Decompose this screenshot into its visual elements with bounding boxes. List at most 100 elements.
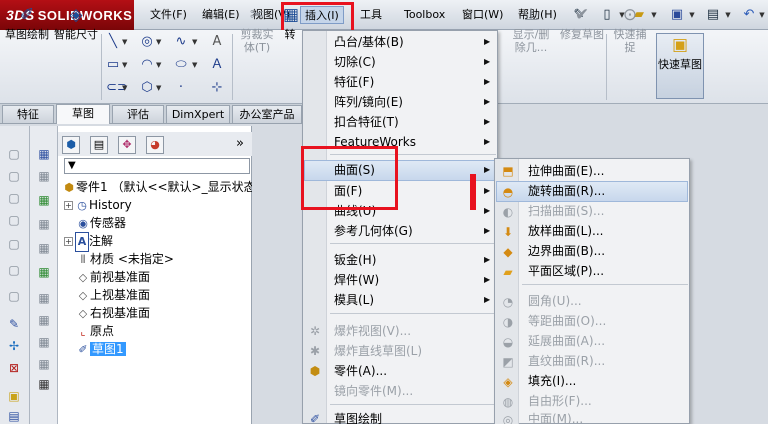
smart-dim-icon[interactable]: ✢ — [6, 338, 22, 354]
menu-file[interactable]: 文件(F) — [146, 6, 191, 24]
undo-icon[interactable]: ↶ — [740, 6, 758, 24]
menu-item-reference-geometry[interactable]: 参考几何体(G) ▶ — [334, 221, 494, 241]
cube-icon[interactable]: ▢ — [6, 190, 22, 206]
feature-tool-icon[interactable]: ▣ — [6, 388, 22, 404]
more-tool-icon[interactable]: ▤ — [6, 408, 22, 424]
menu-item-exploded-view[interactable]: 爆炸视图(V)... — [334, 321, 494, 341]
menu-item-sketch[interactable]: 草图绘制 — [334, 409, 494, 424]
menu-toolbox[interactable]: Toolbox — [400, 6, 449, 24]
cube-icon[interactable]: ▢ — [6, 168, 22, 184]
menu-item-weldments[interactable]: 焊件(W) ▶ — [334, 270, 494, 290]
tree-material-node[interactable]: ⫴ 材质 <未指定> — [76, 250, 174, 268]
table-icon[interactable]: ▦ — [36, 168, 52, 184]
menu-item-mirror-part[interactable]: 镜向零件(M)... — [334, 381, 494, 401]
tree-front-plane-node[interactable]: ◇ 前视基准面 — [76, 268, 150, 286]
menu-item-ruled-surface[interactable]: 直纹曲面(R)... — [528, 351, 686, 371]
menu-item-cut[interactable]: 切除(C) ▶ — [334, 52, 494, 72]
circle-dropdown-icon[interactable]: ▼ — [156, 35, 164, 49]
table-icon[interactable]: ▦ — [36, 312, 52, 328]
tab-evaluate[interactable]: 评估 — [112, 105, 164, 123]
configuration-tab-icon[interactable]: ✥ — [118, 136, 136, 154]
tree-sketch1-node[interactable]: ✐ 草图1 — [76, 340, 126, 358]
table-icon[interactable]: ▦ — [36, 264, 52, 280]
table-icon[interactable]: ▦ — [36, 146, 52, 162]
relations-tool-icon[interactable]: ⊠ — [6, 360, 22, 376]
slot-dropdown-icon[interactable]: ▼ — [122, 81, 130, 95]
convert-entities-button[interactable]: ▦ 转 — [280, 4, 300, 70]
save-dropdown-icon[interactable]: ▼ — [688, 10, 696, 20]
menu-item-part[interactable]: 零件(A)... — [334, 361, 494, 381]
table-icon[interactable]: ▦ — [36, 290, 52, 306]
menu-item-fastening-feature[interactable]: 扣合特征(T) ▶ — [334, 112, 494, 132]
tree-history-node[interactable]: + ◷ History — [64, 196, 132, 214]
rapid-sketch-button[interactable]: ▣ 快速草图 — [656, 33, 704, 99]
cube-icon[interactable]: ▢ — [6, 288, 22, 304]
sketch-tool-icon[interactable]: ✎ — [6, 316, 22, 332]
cube-icon[interactable]: ▢ — [6, 212, 22, 228]
expand-icon[interactable]: + — [64, 237, 73, 246]
table-icon[interactable]: ▦ — [36, 240, 52, 256]
slot-icon[interactable]: ⊂⊃ — [106, 80, 128, 96]
save-icon[interactable]: ▣ — [668, 6, 686, 24]
spline-icon[interactable]: ∿ — [174, 34, 188, 50]
tree-sensors-node[interactable]: ◉ 传感器 — [76, 214, 126, 232]
arc-dropdown-icon[interactable]: ▼ — [156, 58, 164, 72]
tree-filter-input[interactable]: ▼ — [64, 158, 250, 174]
table-icon[interactable]: ▦ — [36, 376, 52, 392]
menu-item-pattern-mirror[interactable]: 阵列/镜向(E) ▶ — [334, 92, 494, 112]
text-tool-icon[interactable]: Ａ — [210, 57, 224, 73]
menu-item-mid-surface[interactable]: 中面(M)... — [528, 409, 686, 424]
menu-item-revolved-surface[interactable]: 旋转曲面(R)... — [528, 181, 686, 201]
table-icon[interactable]: ▦ — [36, 356, 52, 372]
line-icon[interactable]: ╲ — [106, 34, 120, 50]
open-dropdown-icon[interactable]: ▼ — [650, 10, 658, 20]
print-dropdown-icon[interactable]: ▼ — [724, 10, 732, 20]
quick-snaps-button[interactable]: ⊙ 快速捕捉 — [610, 4, 650, 70]
menu-tools[interactable]: 工具 — [356, 6, 386, 24]
feature-tree-tab-icon[interactable]: ⬢ — [62, 136, 80, 154]
tree-top-plane-node[interactable]: ◇ 上视基准面 — [76, 286, 150, 304]
table-icon[interactable]: ▦ — [36, 334, 52, 350]
polygon-dropdown-icon[interactable]: ▼ — [156, 81, 164, 95]
centerline-icon[interactable]: ⊹ — [210, 80, 224, 96]
cube-icon[interactable]: ▢ — [6, 236, 22, 252]
appearance-tab-icon[interactable]: ◕ — [146, 136, 164, 154]
menu-item-extruded-surface[interactable]: 拉伸曲面(E)... — [528, 161, 686, 181]
menu-item-sheet-metal[interactable]: 钣金(H) ▶ — [334, 250, 494, 270]
line-dropdown-icon[interactable]: ▼ — [122, 35, 130, 49]
tree-origin-node[interactable]: ⌞ 原点 — [76, 322, 114, 340]
menu-window[interactable]: 窗口(W) — [458, 6, 507, 24]
sketch-button[interactable]: ✐ 草图绘制 — [4, 4, 50, 70]
tab-office-products[interactable]: 办公室产品 — [232, 105, 302, 123]
menu-item-lofted-surface[interactable]: 放样曲面(L)... — [528, 221, 686, 241]
cube-icon[interactable]: ▢ — [6, 262, 22, 278]
menu-item-planar-surface[interactable]: 平面区域(P)... — [528, 261, 686, 281]
menu-item-molds[interactable]: 模具(L) ▶ — [334, 290, 494, 310]
tree-annotations-node[interactable]: + A 注解 — [64, 232, 113, 252]
dimension-a-icon[interactable]: A — [210, 34, 224, 50]
table-icon[interactable]: ▦ — [36, 192, 52, 208]
rectangle-dropdown-icon[interactable]: ▼ — [122, 58, 130, 72]
menu-item-explode-line-sketch[interactable]: 爆炸直线草图(L) — [334, 341, 494, 361]
rectangle-icon[interactable]: ▭ — [106, 57, 120, 73]
tab-sketch[interactable]: 草图 — [56, 104, 110, 124]
tree-right-plane-node[interactable]: ◇ 右视基准面 — [76, 304, 150, 322]
menu-item-filled-surface[interactable]: 填充(I)... — [528, 371, 686, 391]
expand-panel-icon[interactable]: » — [236, 136, 244, 151]
menu-item-boundary-surface[interactable]: 边界曲面(B)... — [528, 241, 686, 261]
table-icon[interactable]: ▦ — [36, 216, 52, 232]
menu-item-freeform[interactable]: 自由形(F)... — [528, 391, 686, 411]
menu-item-offset-surface[interactable]: 等距曲面(O)... — [528, 311, 686, 331]
point-icon[interactable]: · — [174, 80, 188, 96]
polygon-icon[interactable]: ⬡ — [140, 80, 154, 96]
ellipse-dropdown-icon[interactable]: ▼ — [192, 58, 200, 72]
tab-dimxpert[interactable]: DimXpert — [166, 105, 230, 123]
menu-item-radiate-surface[interactable]: 延展曲面(A)... — [528, 331, 686, 351]
spline-dropdown-icon[interactable]: ▼ — [192, 35, 200, 49]
cube-icon[interactable]: ▢ — [6, 146, 22, 162]
trim-entities-button[interactable]: ✂ 剪裁实体(T) — [236, 4, 278, 70]
smart-dimension-button[interactable]: ◈ 智能尺寸 — [52, 4, 100, 70]
menu-item-swept-surface[interactable]: 扫描曲面(S)... — [528, 201, 686, 221]
expand-icon[interactable]: + — [64, 201, 73, 210]
undo-dropdown-icon[interactable]: ▼ — [758, 10, 766, 20]
